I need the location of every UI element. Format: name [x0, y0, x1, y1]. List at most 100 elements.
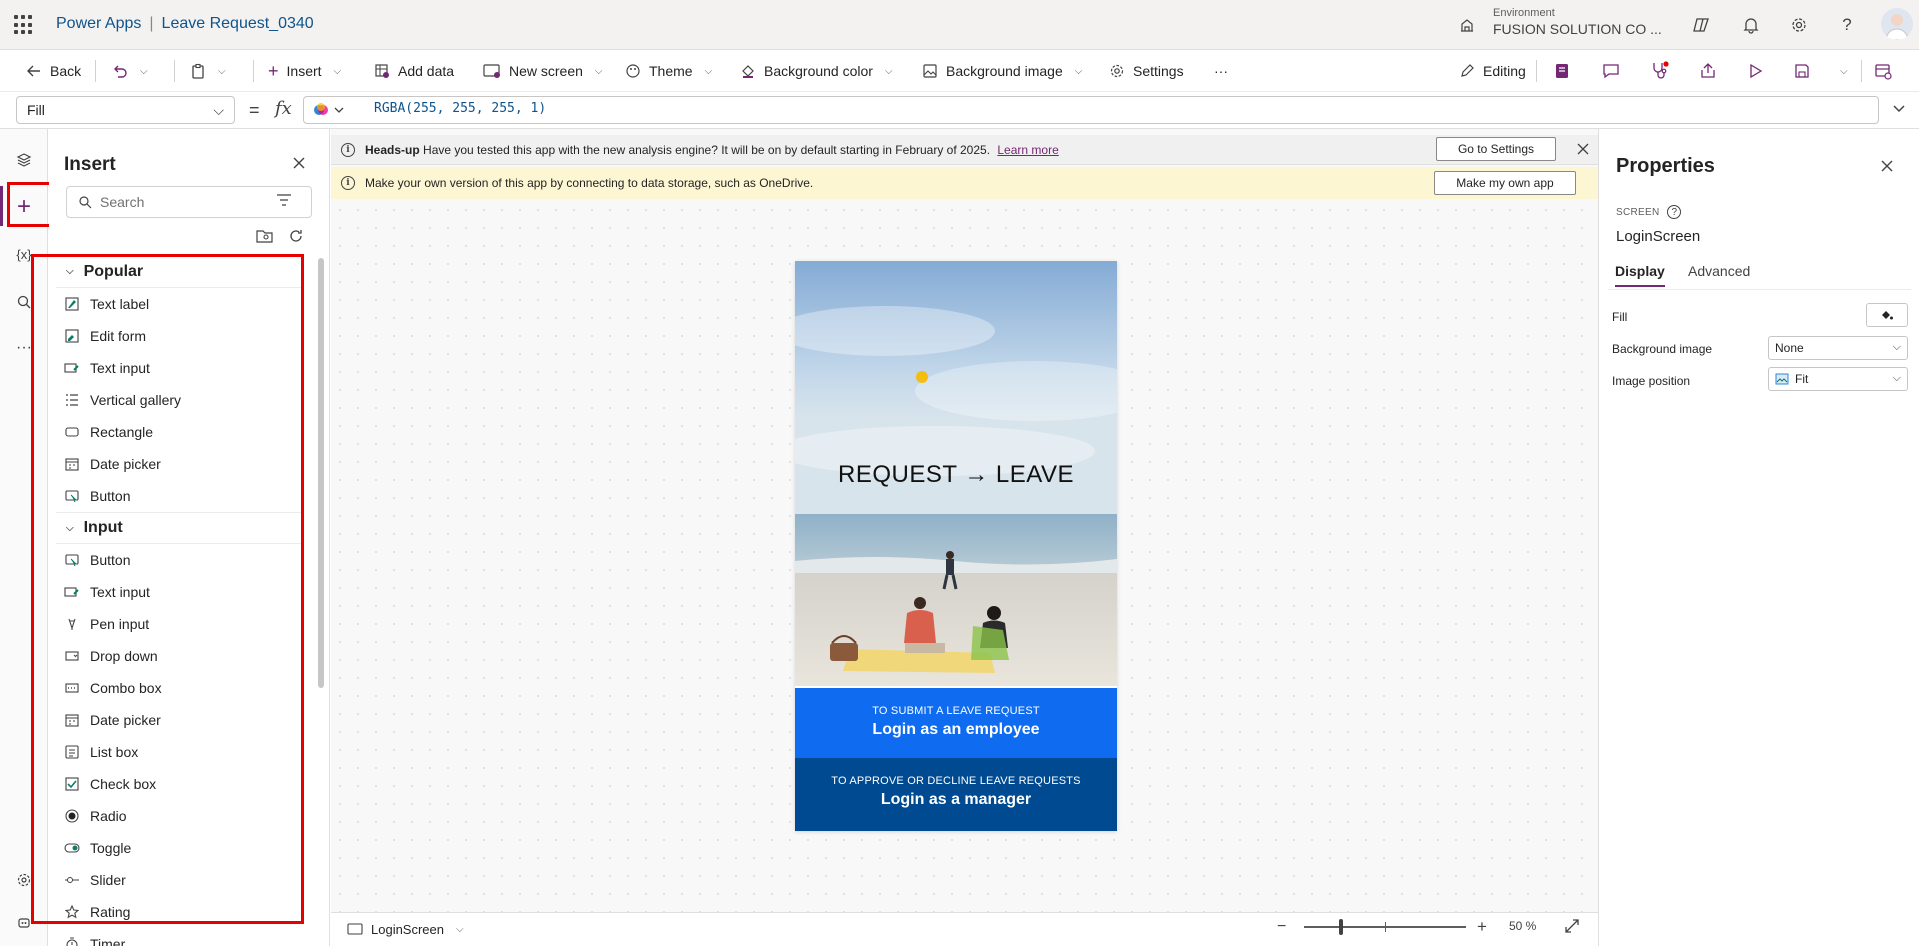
- chevron-down-icon: ⌵: [1892, 341, 1901, 353]
- scrollbar[interactable]: [318, 258, 324, 688]
- zoom-in-icon[interactable]: +: [1477, 917, 1487, 937]
- share-icon: [1701, 63, 1715, 78]
- background-image-dropdown[interactable]: None ⌵: [1768, 336, 1908, 360]
- filter-icon[interactable]: [276, 193, 292, 207]
- settings-gear-icon[interactable]: [1788, 14, 1810, 36]
- stethoscope-icon: [1653, 61, 1669, 79]
- learn-more-link[interactable]: Learn more: [997, 143, 1058, 157]
- clipboard-icon: [192, 63, 204, 79]
- refresh-icon[interactable]: [288, 228, 304, 244]
- chevron-down-icon[interactable]: ⌵: [218, 66, 226, 77]
- list-item-timer[interactable]: Timer: [56, 928, 304, 946]
- chevron-down-icon: ⌵: [1840, 65, 1848, 77]
- divider: [95, 60, 96, 82]
- divider: [1536, 60, 1537, 82]
- background-color-button[interactable]: Background color ⌵: [740, 50, 893, 92]
- copilot-formula-icon[interactable]: [313, 101, 349, 119]
- settings-label: Settings: [1133, 63, 1184, 79]
- chevron-down-icon: ⌵: [213, 102, 224, 118]
- close-banner-icon[interactable]: [1577, 143, 1589, 155]
- more-commands-button[interactable]: ···: [1214, 50, 1228, 92]
- chevron-down-icon: ⌵: [1074, 65, 1083, 77]
- theme-button[interactable]: Theme ⌵: [625, 50, 712, 92]
- paste-button[interactable]: ⌵: [190, 50, 226, 92]
- save-button[interactable]: [1794, 50, 1810, 92]
- control-kind-label: SCREEN: [1616, 206, 1660, 218]
- make-my-own-app-button[interactable]: Make my own app: [1434, 171, 1576, 195]
- save-options-chevron[interactable]: ⌵: [1836, 50, 1848, 92]
- background-image-button[interactable]: Background image ⌵: [922, 50, 1082, 92]
- app-checker-button[interactable]: [1553, 50, 1571, 92]
- close-icon[interactable]: [292, 156, 306, 170]
- back-arrow-icon: [27, 65, 40, 77]
- canvas-footer: [331, 912, 1598, 946]
- help-icon[interactable]: ?: [1667, 205, 1682, 219]
- expand-formula-chevron-icon[interactable]: [1892, 104, 1906, 114]
- settings-button[interactable]: Settings: [1109, 50, 1184, 92]
- editing-mode-button[interactable]: Editing: [1459, 50, 1526, 92]
- notifications-icon[interactable]: [1740, 14, 1762, 36]
- properties-title: Properties: [1616, 155, 1715, 177]
- new-screen-icon: [483, 64, 500, 78]
- property-value: Fill: [27, 102, 45, 118]
- back-button[interactable]: Back: [26, 50, 81, 92]
- more-label: ···: [1214, 63, 1228, 79]
- app-heading: REQUEST → LEAVE: [837, 461, 1074, 488]
- background-image-label: Background image: [1612, 342, 1713, 356]
- insert-pane-title: Insert: [64, 154, 116, 175]
- environment-label: Environment: [1493, 7, 1555, 19]
- chevron-down-icon: ⌵: [704, 65, 713, 77]
- image-icon: [923, 64, 937, 78]
- add-data-button[interactable]: Add data: [374, 50, 454, 92]
- app-screen-preview[interactable]: REQUEST → LEAVE TO SUBMIT A LEAVE REQUES…: [795, 261, 1117, 831]
- gear-icon: [1110, 64, 1124, 78]
- fill-color-picker[interactable]: [1866, 303, 1908, 327]
- insert-menu-button[interactable]: + Insert ⌵: [268, 50, 341, 92]
- background-image-label: Background image: [946, 63, 1063, 79]
- new-screen-button[interactable]: New screen ⌵: [483, 50, 603, 92]
- comments-button[interactable]: [1602, 50, 1620, 92]
- zoom-slider-thumb[interactable]: [1339, 919, 1344, 935]
- formula-expression[interactable]: RGBA(255, 255, 255, 1): [374, 101, 546, 116]
- folder-search-icon[interactable]: [256, 228, 274, 244]
- pencil-icon: [1461, 64, 1474, 77]
- preview-play-button[interactable]: [1747, 50, 1763, 92]
- zoom-out-icon[interactable]: −: [1277, 918, 1286, 936]
- go-to-settings-button[interactable]: Go to Settings: [1436, 137, 1556, 161]
- zoom-tick: [1385, 922, 1386, 932]
- screen-selector[interactable]: LoginScreen ⌵: [347, 918, 464, 940]
- storage-message: Make your own version of this app by con…: [365, 176, 814, 190]
- product-name[interactable]: Power Apps: [56, 15, 141, 32]
- undo-button[interactable]: ⌵: [112, 50, 148, 92]
- help-icon[interactable]: ?: [1836, 14, 1858, 36]
- app-launcher-icon[interactable]: [14, 15, 34, 35]
- login-manager-button[interactable]: TO APPROVE OR DECLINE LEAVE REQUESTS Log…: [795, 758, 1117, 831]
- divider: [253, 60, 254, 82]
- user-avatar[interactable]: [1881, 8, 1913, 40]
- plus-icon: +: [268, 60, 279, 81]
- fit-to-window-icon[interactable]: [1564, 918, 1580, 934]
- image-position-dropdown[interactable]: Fit ⌵: [1768, 367, 1908, 391]
- share-button[interactable]: [1699, 50, 1717, 92]
- control-name[interactable]: LoginScreen: [1616, 228, 1700, 245]
- save-icon: [1795, 64, 1809, 78]
- publish-button[interactable]: [1874, 50, 1892, 92]
- new-screen-label: New screen: [509, 63, 583, 79]
- paint-bucket-icon: [1882, 311, 1893, 320]
- property-dropdown[interactable]: Fill ⌵: [16, 96, 235, 124]
- employee-subtitle: TO SUBMIT A LEAVE REQUEST: [872, 705, 1040, 717]
- login-employee-button[interactable]: TO SUBMIT A LEAVE REQUEST Login as an em…: [795, 688, 1117, 758]
- tree-view-layers-icon[interactable]: [12, 148, 36, 172]
- background-color-label: Background color: [764, 63, 873, 79]
- chevron-down-icon[interactable]: ⌵: [140, 66, 148, 77]
- tab-display[interactable]: Display: [1615, 263, 1665, 287]
- close-icon[interactable]: [1880, 159, 1894, 173]
- copilot-icon[interactable]: [1690, 14, 1712, 36]
- environment-name[interactable]: FUSION SOLUTION CO ...: [1493, 21, 1662, 37]
- health-check-button[interactable]: [1650, 50, 1670, 92]
- info-icon: i: [341, 176, 355, 190]
- headsup-message: Heads-up Have you tested this app with t…: [365, 143, 1059, 157]
- notebook-icon: [1556, 64, 1568, 78]
- employee-label: Login as an employee: [872, 721, 1040, 738]
- tab-advanced[interactable]: Advanced: [1688, 263, 1750, 285]
